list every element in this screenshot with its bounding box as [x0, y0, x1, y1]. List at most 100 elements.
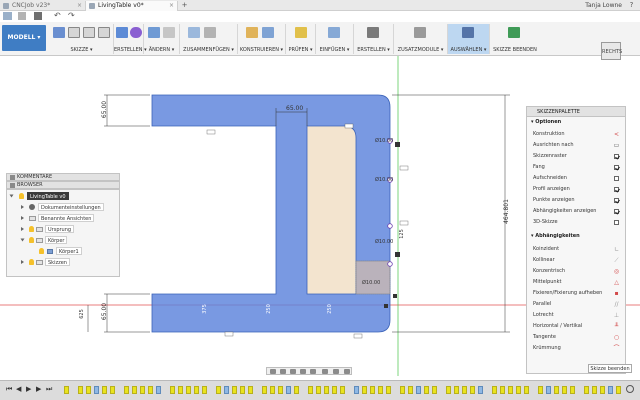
timeline-feature-icon[interactable] — [354, 386, 359, 394]
dimension-label[interactable]: Ø10.00 — [362, 280, 380, 286]
look-at-icon[interactable] — [280, 369, 286, 374]
expand-icon[interactable] — [21, 227, 24, 231]
undo-icon[interactable]: ↶ — [54, 11, 61, 20]
visibility-bulb-icon[interactable] — [29, 237, 34, 243]
constraint-fix[interactable]: Fixieren/Fixierung aufheben ▪ — [527, 288, 625, 299]
timeline-feature-icon[interactable] — [216, 386, 221, 394]
timeline-feature-icon[interactable] — [538, 386, 543, 394]
collinear-icon[interactable]: ⟋ — [613, 257, 620, 264]
go-to-end-icon[interactable]: ⏭ — [46, 386, 52, 393]
palette-option-show-points[interactable]: Punkte anzeigen — [527, 195, 625, 206]
viewports-icon[interactable] — [344, 369, 350, 374]
dimension-label[interactable]: 125 — [399, 229, 405, 239]
grid-checkbox[interactable] — [614, 154, 619, 159]
timeline-feature-icon[interactable] — [148, 386, 153, 394]
horizontal-vertical-icon[interactable]: ╨ — [613, 323, 620, 330]
palette-option-snap[interactable]: Fang — [527, 162, 625, 173]
timeline-feature-icon[interactable] — [270, 386, 275, 394]
redo-icon[interactable]: ↷ — [68, 11, 75, 20]
comments-panel-header[interactable]: KOMMENTARE — [6, 173, 120, 181]
dimension-label[interactable]: 375 — [399, 104, 405, 114]
expand-icon[interactable] — [21, 216, 24, 220]
step-forward-icon[interactable]: ▶ — [36, 386, 42, 393]
group-assemble[interactable]: ZUSAMMENFÜGEN ▾ — [180, 24, 238, 54]
palette-option-grid[interactable]: Skizzenraster — [527, 151, 625, 162]
fit-icon[interactable] — [310, 369, 316, 374]
palette-header[interactable]: SKIZZENPALETTE — [527, 107, 625, 117]
timeline-feature-icon[interactable] — [370, 386, 375, 394]
dimension-label[interactable]: 65.00 — [101, 303, 108, 320]
dimension-label[interactable]: 65.00 — [101, 101, 108, 118]
show-points-checkbox[interactable] — [614, 198, 619, 203]
timeline-feature-icon[interactable] — [516, 386, 521, 394]
timeline-feature-icon[interactable] — [110, 386, 115, 394]
timeline-feature-icon[interactable] — [592, 386, 597, 394]
timeline-feature-icon[interactable] — [202, 386, 207, 394]
construction-icon[interactable]: < — [613, 131, 620, 138]
dimension-label[interactable]: 375 — [202, 304, 208, 314]
show-profile-checkbox[interactable] — [614, 187, 619, 192]
midpoint-icon[interactable]: △ — [613, 279, 620, 286]
pan-icon[interactable] — [290, 369, 296, 374]
visibility-bulb-icon[interactable] — [19, 193, 24, 199]
palette-option-slice[interactable]: Aufschneiden — [527, 173, 625, 184]
timeline-feature-icon[interactable] — [546, 386, 551, 394]
timeline-feature-icon[interactable] — [462, 386, 467, 394]
collapse-icon[interactable] — [10, 183, 15, 188]
curvature-icon[interactable]: ⌒ — [613, 345, 620, 352]
step-back-icon[interactable]: ◀ — [16, 386, 22, 393]
data-panel-icon[interactable] — [3, 12, 12, 20]
go-to-start-icon[interactable]: ⏮ — [6, 386, 12, 393]
display-settings-icon[interactable] — [322, 369, 328, 374]
timeline-feature-icon[interactable] — [156, 386, 161, 394]
expand-icon[interactable] — [21, 260, 24, 264]
finish-sketch-button[interactable]: SKIZZE BEENDEN — [490, 24, 540, 54]
constraint-curvature[interactable]: Krümmung ⌒ — [527, 343, 625, 354]
timeline-feature-icon[interactable] — [616, 386, 621, 394]
lock-icon[interactable]: ▪ — [613, 290, 620, 297]
group-addins[interactable]: ZUSATZMODULE ▾ — [394, 24, 448, 54]
constraint-concentric[interactable]: Konzentrisch ◎ — [527, 266, 625, 277]
timeline-feature-icon[interactable] — [102, 386, 107, 394]
group-construct[interactable]: KONSTRUIEREN ▾ — [238, 24, 286, 54]
timeline-feature-icon[interactable] — [78, 386, 83, 394]
concentric-icon[interactable]: ◎ — [613, 268, 620, 275]
group-create[interactable]: ERSTELLEN ▾ — [114, 24, 147, 54]
orbit-icon[interactable] — [270, 369, 276, 374]
group-create-2[interactable]: ERSTELLEN ▾ — [354, 24, 394, 54]
group-select[interactable]: AUSWÄHLEN ▾ — [448, 24, 490, 54]
timeline-feature-icon[interactable] — [316, 386, 321, 394]
browser-item-root[interactable]: LivingTable v0 — [7, 191, 119, 201]
timeline-feature-icon[interactable] — [240, 386, 245, 394]
timeline-feature-icon[interactable] — [400, 386, 405, 394]
timeline-feature-icon[interactable] — [554, 386, 559, 394]
snap-checkbox[interactable] — [614, 165, 619, 170]
perpendicular-icon[interactable]: ⊥ — [613, 312, 620, 319]
play-icon[interactable]: ▶ — [26, 386, 32, 393]
browser-item-bodies[interactable]: Körper — [7, 235, 119, 245]
timeline-feature-icon[interactable] — [86, 386, 91, 394]
browser-panel-header[interactable]: BROWSER — [6, 181, 120, 189]
timeline-feature-icon[interactable] — [454, 386, 459, 394]
timeline-feature-icon[interactable] — [294, 386, 299, 394]
browser-item-document-settings[interactable]: Dokumenteinstellungen — [7, 202, 119, 212]
tangent-icon[interactable]: ○ — [613, 334, 620, 341]
constraint-collinear[interactable]: Kollinear ⟋ — [527, 255, 625, 266]
visibility-bulb-icon[interactable] — [29, 259, 34, 265]
collapse-icon[interactable] — [10, 175, 15, 180]
timeline-feature-icon[interactable] — [500, 386, 505, 394]
dimension-label[interactable]: 625 — [79, 309, 85, 319]
timeline-feature-icon[interactable] — [332, 386, 337, 394]
browser-item-named-views[interactable]: Benannte Ansichten — [7, 213, 119, 223]
dimension-label[interactable]: 250 — [327, 304, 333, 314]
timeline-feature-icon[interactable] — [584, 386, 589, 394]
dimension-label[interactable]: 464.801 — [503, 199, 510, 224]
zoom-icon[interactable] — [300, 369, 306, 374]
timeline-feature-icon[interactable] — [248, 386, 253, 394]
timeline-feature-icon[interactable] — [64, 386, 69, 394]
timeline-feature-icon[interactable] — [278, 386, 283, 394]
dimension-label[interactable]: Ø10.00 — [375, 138, 393, 144]
timeline-feature-icon[interactable] — [446, 386, 451, 394]
timeline-feature-icon[interactable] — [286, 386, 291, 394]
timeline-feature-icon[interactable] — [308, 386, 313, 394]
